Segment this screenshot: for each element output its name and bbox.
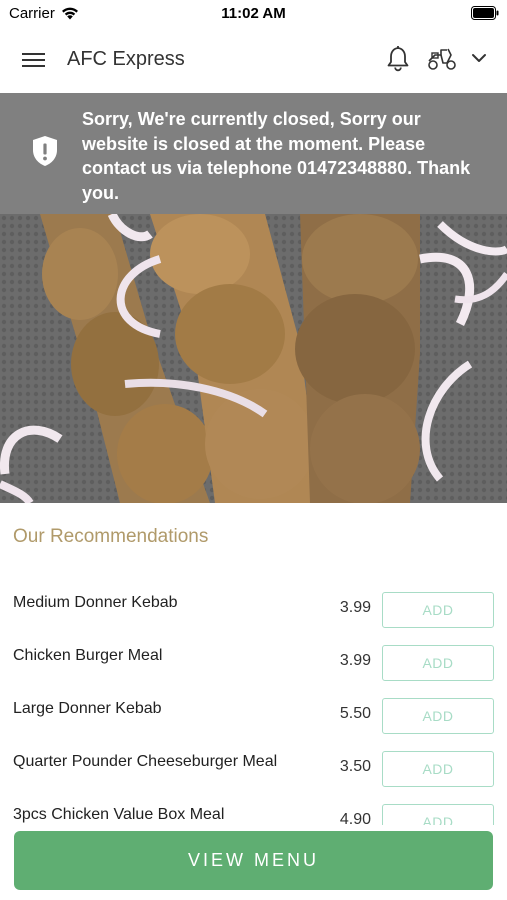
app-title: AFC Express <box>67 48 185 70</box>
scooter-icon[interactable] <box>427 46 457 72</box>
status-time: 11:02 AM <box>221 5 286 22</box>
list-item: Medium Donner Kebab 3.99 ADD <box>0 575 507 628</box>
item-name: Large Donner Kebab <box>13 700 162 717</box>
recommendations-list[interactable]: Medium Donner Kebab 3.99 ADD Chicken Bur… <box>0 575 507 825</box>
list-item: Quarter Pounder Cheeseburger Meal 3.50 A… <box>0 734 507 787</box>
shield-icon <box>33 136 57 166</box>
list-item: Large Donner Kebab 5.50 ADD <box>0 681 507 734</box>
item-name: 3pcs Chicken Value Box Meal <box>13 806 225 823</box>
list-item: 3pcs Chicken Value Box Meal 4.90 ADD <box>0 787 507 825</box>
add-button[interactable]: ADD <box>382 592 494 628</box>
add-button[interactable]: ADD <box>382 751 494 787</box>
add-button[interactable]: ADD <box>382 698 494 734</box>
item-price: 3.50 <box>339 758 371 775</box>
menu-icon[interactable] <box>22 50 46 70</box>
item-name: Quarter Pounder Cheeseburger Meal <box>13 753 278 770</box>
hero-food-image <box>0 214 507 503</box>
kebab-skewers-photo <box>0 214 507 503</box>
battery-icon <box>471 6 499 20</box>
closed-message: Sorry, We're currently closed, Sorry our… <box>82 109 471 203</box>
view-menu-button[interactable]: VIEW MENU <box>14 831 493 890</box>
add-button[interactable]: ADD <box>382 804 494 825</box>
item-price: 5.50 <box>339 705 371 722</box>
nav-bar: AFC Express <box>0 28 507 93</box>
item-name: Chicken Burger Meal <box>13 647 163 664</box>
item-price: 3.99 <box>339 652 371 669</box>
bell-icon[interactable] <box>386 44 410 72</box>
list-item: Chicken Burger Meal 3.99 ADD <box>0 628 507 681</box>
chevron-down-icon[interactable] <box>471 52 487 64</box>
item-price: 4.90 <box>339 811 371 825</box>
add-button[interactable]: ADD <box>382 645 494 681</box>
item-name: Medium Donner Kebab <box>13 594 178 611</box>
status-bar: Carrier 11:02 AM <box>0 0 507 28</box>
recommendations-title: Our Recommendations <box>13 526 209 547</box>
item-price: 3.99 <box>339 599 371 616</box>
closed-banner: Sorry, We're currently closed, Sorry our… <box>0 93 507 214</box>
